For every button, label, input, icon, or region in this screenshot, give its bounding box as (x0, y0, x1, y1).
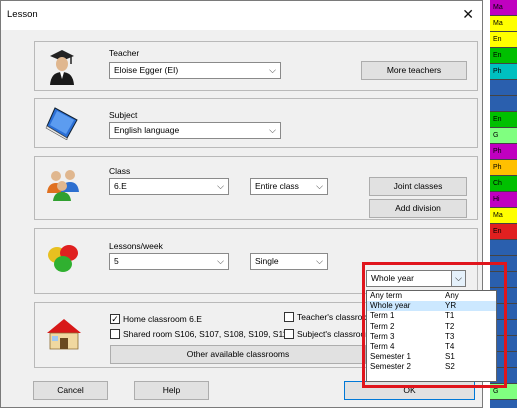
timetable-cell: Ph (490, 160, 517, 176)
timetable-cell (490, 96, 517, 112)
timetable-cell: Ch (490, 176, 517, 192)
home-classroom-checkbox[interactable]: ✓ Home classroom 6.E (110, 314, 202, 324)
timetable-cell (490, 80, 517, 96)
period-option-name: Semester 1 (370, 352, 411, 362)
class-label: Class (109, 166, 131, 176)
period-option-name: Term 1 (370, 311, 395, 321)
timetable-cell: Ph (490, 64, 517, 80)
timetable-cell: En (490, 48, 517, 64)
period-option[interactable]: Term 1 T1 (367, 311, 496, 321)
teacher-group: Teacher Eloise Egger (EI) ⌵ More teacher… (34, 41, 478, 91)
teacher-classroom-checkbox[interactable]: Teacher's classroom (284, 312, 374, 322)
period-option[interactable]: Semester 2 S2 (367, 362, 496, 372)
teacher-icon (50, 50, 74, 85)
checkbox-empty-icon (110, 329, 120, 339)
book-icon (45, 107, 78, 140)
period-option-name: Term 3 (370, 331, 395, 341)
lesson-type-value: Single (255, 256, 279, 266)
period-option-name: Term 2 (370, 321, 395, 331)
timetable-cell: En (490, 32, 517, 48)
subject-classroom-checkbox[interactable]: Subject's classroom (284, 329, 372, 339)
chevron-down-icon: ⌵ (217, 181, 224, 191)
period-option[interactable]: Semester 1 S1 (367, 352, 496, 362)
timetable-cell: Hi (490, 192, 517, 208)
period-option-code: T1 (445, 311, 455, 321)
chevron-down-icon: ⌵ (269, 125, 276, 135)
subject-value: English language (114, 125, 180, 135)
help-button[interactable]: Help (134, 381, 209, 400)
checkbox-empty-icon (284, 312, 294, 322)
joint-classes-button[interactable]: Joint classes (369, 177, 467, 196)
shared-room-label: Shared room S106, S107, S108, S109, S110 (123, 329, 293, 339)
home-classroom-label: Home classroom 6.E (123, 314, 202, 324)
timetable-cell: En (490, 112, 517, 128)
close-icon[interactable]: ✕ (462, 6, 474, 22)
timetable-cell: Ph (490, 144, 517, 160)
class-group-select[interactable]: Entire class ⌵ (250, 178, 328, 195)
period-option-name: Any term (370, 291, 403, 300)
class-group-value: Entire class (255, 181, 299, 191)
house-icon (47, 319, 81, 350)
period-option[interactable]: Any term Any (367, 291, 496, 301)
chevron-down-icon: ⌵ (269, 65, 276, 75)
period-option-code: Any (445, 291, 459, 300)
cancel-button[interactable]: Cancel (33, 381, 108, 400)
timetable-cell (490, 240, 517, 256)
timetable-cell: En (490, 224, 517, 240)
chevron-down-icon[interactable]: ⌵ (451, 271, 465, 286)
students-icon (47, 170, 79, 201)
period-option[interactable]: Term 4 T4 (367, 342, 496, 352)
class-value: 6.E (114, 181, 127, 191)
period-options-list: Any term Any Whole year YR Term 1 T1 Term 2 T2 T… (366, 290, 497, 382)
teacher-label: Teacher (109, 48, 140, 58)
checkbox-empty-icon (284, 329, 294, 339)
teacher-value: Eloise Egger (EI) (114, 65, 179, 75)
lessons-label: Lessons/week (109, 241, 163, 251)
timetable-cell: Ma (490, 16, 517, 32)
period-option[interactable]: Term 3 T3 (367, 332, 496, 342)
timetable-cell: Ma (490, 0, 517, 16)
period-option-code: YR (445, 301, 457, 311)
checkmark-icon: ✓ (110, 314, 120, 324)
lessons-value: 5 (114, 256, 119, 266)
more-teachers-button[interactable]: More teachers (361, 61, 467, 80)
class-group: Class 6.E ⌵ Entire class ⌵ Joint classes… (34, 156, 478, 220)
lessons-select[interactable]: 5 ⌵ (109, 253, 229, 270)
period-option-code: S1 (445, 352, 455, 362)
title-bar: Lesson ✕ (1, 1, 482, 30)
subject-group: Subject English language ⌵ (34, 98, 478, 148)
lesson-type-select[interactable]: Single ⌵ (250, 253, 328, 270)
subject-select[interactable]: English language ⌵ (109, 122, 281, 139)
window-title: Lesson (7, 9, 38, 20)
lessons-icon (48, 245, 78, 272)
shared-room-checkbox[interactable]: Shared room S106, S107, S108, S109, S110 (110, 329, 292, 339)
period-option-code: T4 (445, 341, 455, 351)
add-division-button[interactable]: Add division (369, 199, 467, 218)
chevron-down-icon: ⌵ (316, 256, 323, 266)
teacher-select[interactable]: Eloise Egger (EI) ⌵ (109, 62, 281, 79)
subject-label: Subject (109, 110, 138, 120)
period-option-code: T3 (445, 331, 455, 341)
class-select[interactable]: 6.E ⌵ (109, 178, 229, 195)
period-option[interactable]: Whole year YR (367, 301, 496, 312)
period-option-code: T2 (445, 321, 455, 331)
period-value: Whole year (371, 273, 414, 283)
timetable-cell: G (490, 128, 517, 144)
period-option[interactable]: Term 2 T2 (367, 322, 496, 332)
timetable-cell: Ma (490, 208, 517, 224)
period-option-name: Semester 2 (370, 362, 411, 372)
period-select[interactable]: Whole year ⌵ (366, 270, 466, 287)
period-option-code: S2 (445, 362, 455, 372)
chevron-down-icon: ⌵ (217, 256, 224, 266)
period-option-name: Whole year (370, 301, 411, 311)
chevron-down-icon: ⌵ (316, 181, 323, 191)
period-option-name: Term 4 (370, 341, 395, 351)
other-classrooms-button[interactable]: Other available classrooms (110, 345, 366, 364)
